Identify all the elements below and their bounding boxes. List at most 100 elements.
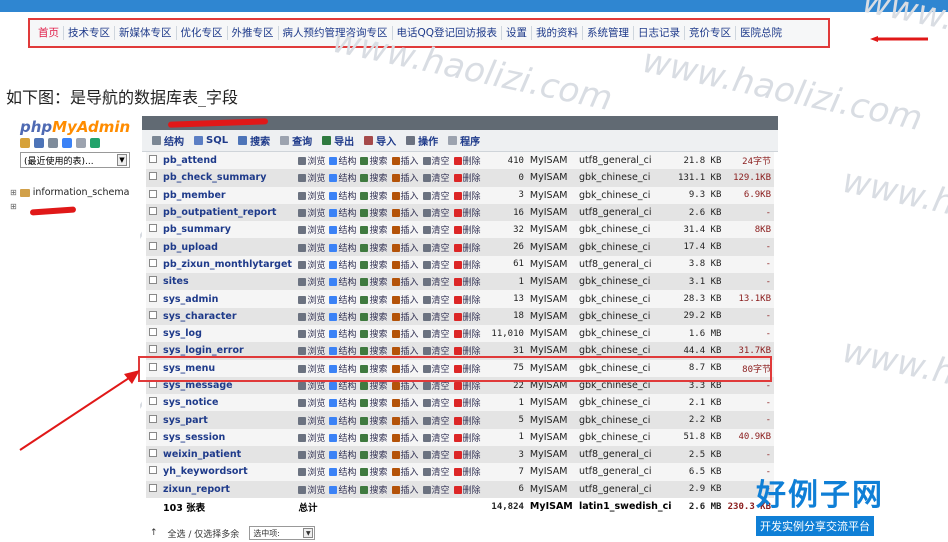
row-action[interactable]: 清空 — [422, 278, 450, 288]
row-action[interactable]: 浏览 — [298, 330, 325, 340]
table-row[interactable]: sys_log 浏览 结构 搜索 插入 清空 删除 11,010 MyISAM gbk_chine… — [146, 324, 774, 343]
row-action[interactable]: 清空 — [422, 382, 450, 392]
row-action[interactable]: 删除 — [453, 295, 481, 306]
settings-icon[interactable] — [76, 138, 86, 148]
tab[interactable]: 导出 — [322, 133, 354, 148]
home-icon[interactable] — [20, 138, 30, 148]
row-action[interactable]: 搜索 — [360, 416, 388, 427]
nav-item[interactable]: 外推专区 — [228, 26, 279, 40]
row-action[interactable]: 浏览 — [298, 382, 325, 392]
database-icon[interactable] — [34, 138, 44, 148]
row-action[interactable]: 删除 — [453, 174, 481, 184]
row-action[interactable]: 搜索 — [360, 485, 388, 496]
row-action[interactable]: 搜索 — [360, 312, 388, 323]
row-action[interactable]: 清空 — [422, 209, 450, 219]
row-action[interactable]: 插入 — [391, 243, 419, 254]
row-action[interactable]: 清空 — [422, 260, 450, 271]
row-action[interactable]: 删除 — [453, 330, 481, 340]
row-action[interactable]: 搜索 — [360, 295, 388, 306]
table-name-link[interactable]: sys_admin — [163, 294, 218, 305]
row-action[interactable]: 浏览 — [298, 278, 325, 288]
row-action[interactable]: 清空 — [422, 399, 450, 409]
tab[interactable]: 导入 — [364, 133, 396, 148]
row-action[interactable]: 浏览 — [298, 399, 325, 409]
table-name-link[interactable]: sys_notice — [163, 397, 218, 408]
row-action[interactable]: 插入 — [391, 382, 419, 392]
row-action[interactable]: 插入 — [391, 191, 419, 202]
row-action[interactable]: 清空 — [422, 157, 450, 167]
row-action[interactable]: 搜索 — [360, 399, 388, 409]
row-action[interactable]: 浏览 — [298, 191, 325, 202]
row-action[interactable]: 浏览 — [298, 157, 325, 167]
row-action[interactable]: 删除 — [453, 433, 481, 444]
row-action[interactable]: 搜索 — [360, 451, 388, 461]
table-row[interactable]: pb_attend 浏览 结构 搜索 插入 清空 删除 410 MyISAM utf8_gener… — [146, 152, 774, 170]
row-action[interactable]: 浏览 — [298, 312, 325, 323]
row-action[interactable]: 删除 — [453, 312, 481, 323]
row-action[interactable]: 清空 — [422, 312, 450, 323]
nav-item[interactable]: 新媒体专区 — [115, 26, 177, 40]
expand-icon[interactable]: ⊞ — [10, 200, 17, 214]
row-action[interactable]: 结构 — [329, 399, 356, 409]
table-row[interactable]: zixun_report 浏览 结构 搜索 插入 清空 删除 6 MyISAM utf8_gene… — [146, 480, 774, 498]
row-checkbox[interactable] — [149, 397, 157, 406]
row-action[interactable]: 搜索 — [360, 278, 388, 288]
table-row[interactable]: pb_check_summary 浏览 结构 搜索 插入 清空 删除 0 MyISAM gbk_c… — [146, 169, 774, 187]
row-action[interactable]: 结构 — [329, 433, 356, 444]
row-checkbox[interactable] — [149, 189, 157, 198]
row-action[interactable]: 清空 — [422, 295, 450, 306]
nav-item[interactable]: 设置 — [502, 26, 533, 40]
row-checkbox[interactable] — [149, 328, 157, 337]
nav-item[interactable]: 系统管理 — [583, 26, 635, 40]
nav-item[interactable]: 优化专区 — [177, 26, 228, 40]
row-action[interactable]: 结构 — [329, 451, 356, 461]
row-action[interactable]: 搜索 — [360, 468, 388, 478]
table-name-link[interactable]: weixin_patient — [163, 449, 241, 460]
table-name-link[interactable]: sites — [163, 276, 189, 287]
table-name-link[interactable]: sys_character — [163, 311, 236, 322]
row-action[interactable]: 结构 — [329, 295, 356, 306]
row-checkbox[interactable] — [149, 155, 157, 164]
nav-item[interactable]: 我的资料 — [532, 26, 584, 40]
row-action[interactable]: 插入 — [391, 312, 419, 323]
row-action[interactable]: 清空 — [422, 468, 450, 478]
row-action[interactable]: 浏览 — [298, 243, 325, 254]
nav-item[interactable]: 医院总院 — [736, 26, 786, 40]
chevron-down-icon[interactable]: ▼ — [117, 154, 127, 166]
table-name-link[interactable]: pb_summary — [163, 224, 231, 235]
row-action[interactable]: 浏览 — [298, 260, 325, 271]
row-action[interactable]: 结构 — [329, 485, 356, 496]
with-selected-select[interactable]: 选中项: ▼ — [249, 526, 316, 540]
table-name-link[interactable]: pb_attend — [163, 155, 217, 166]
row-action[interactable]: 浏览 — [298, 433, 325, 444]
nav-item[interactable]: 竞价专区 — [685, 26, 737, 40]
nav-item[interactable]: 日志记录 — [634, 26, 686, 40]
row-action[interactable]: 结构 — [329, 243, 356, 254]
expand-icon[interactable]: ⊞ — [10, 186, 17, 200]
row-checkbox[interactable] — [149, 466, 157, 475]
row-action[interactable]: 搜索 — [360, 191, 388, 202]
table-name-link[interactable]: sys_log — [163, 328, 202, 339]
row-action[interactable]: 浏览 — [298, 485, 325, 496]
row-checkbox[interactable] — [149, 483, 157, 492]
table-name-link[interactable]: pb_zixun_monthlytarget — [163, 259, 292, 270]
row-action[interactable]: 结构 — [329, 260, 356, 271]
tab[interactable]: 搜索 — [238, 133, 270, 148]
row-action[interactable]: 搜索 — [360, 243, 388, 254]
table-row[interactable]: weixin_patient 浏览 结构 搜索 插入 清空 删除 3 MyISAM utf8_ge… — [146, 446, 774, 464]
row-checkbox[interactable] — [149, 224, 157, 233]
row-action[interactable]: 插入 — [391, 278, 419, 288]
row-action[interactable]: 清空 — [422, 451, 450, 461]
row-action[interactable]: 删除 — [453, 243, 481, 254]
tab[interactable]: 程序 — [448, 133, 480, 148]
row-action[interactable]: 浏览 — [298, 451, 325, 461]
row-action[interactable]: 插入 — [391, 295, 419, 306]
row-action[interactable]: 清空 — [422, 174, 450, 184]
row-action[interactable]: 插入 — [391, 416, 419, 427]
row-action[interactable]: 搜索 — [360, 382, 388, 392]
row-action[interactable]: 搜索 — [360, 209, 388, 219]
table-row[interactable]: pb_summary 浏览 结构 搜索 插入 清空 删除 32 MyISAM gbk_chines… — [146, 221, 774, 239]
row-action[interactable]: 结构 — [329, 330, 356, 340]
row-action[interactable]: 结构 — [329, 416, 356, 427]
row-action[interactable]: 删除 — [453, 485, 481, 496]
